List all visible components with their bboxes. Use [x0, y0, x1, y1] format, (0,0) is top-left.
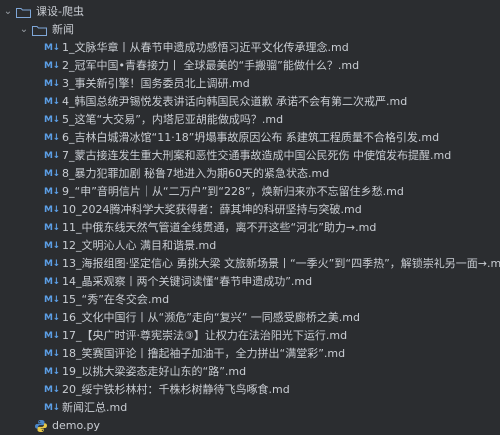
markdown-file-icon: M↓: [44, 151, 60, 161]
md-file-label: 17_【央广时评·尊宪崇法③】让权力在法治阳光下运行.md: [62, 329, 348, 342]
markdown-file-icon: M↓: [44, 169, 60, 179]
py-file-label: demo.py: [52, 419, 100, 432]
tree-row-md-file[interactable]: M↓ 16_文化中国行丨从“濒危”走向“复兴” 一同感受廊桥之美.md: [0, 309, 500, 327]
md-file-label: 14_晶采观察丨两个关键词读懂“春节申遗成功”.md: [62, 275, 313, 288]
tree-row-md-file[interactable]: M↓ 1_文脉华章丨从春节申遗成功感悟习近平文化传承理念.md: [0, 39, 500, 57]
md-file-label: 12_文明沁人心 满目和谐景.md: [62, 239, 217, 252]
md-file-label: 19_以挑大梁姿态走好山东的“路”.md: [62, 365, 247, 378]
md-file-label: 20_绥宁铁杉林村：千株杉树静待飞鸟啄食.md: [62, 383, 290, 396]
project-file-tree: ⌄ 课设-爬虫 ⌄ 新闻 M↓ 1_文脉华章丨从春节申遗成功感悟习近平文化传承理念…: [0, 0, 500, 432]
tree-row-md-file[interactable]: M↓ 17_【央广时评·尊宪崇法③】让权力在法治阳光下运行.md: [0, 327, 500, 345]
markdown-file-icon: M↓: [44, 43, 60, 53]
md-file-label: 18_笑赛国评论丨撸起袖子加油干，全力拼出“满堂彩”.md: [62, 347, 346, 360]
tree-row-root-folder[interactable]: ⌄ 课设-爬虫: [0, 3, 500, 21]
md-file-label: 16_文化中国行丨从“濒危”走向“复兴” 一同感受廊桥之美.md: [62, 311, 360, 324]
python-file-icon: [34, 419, 48, 433]
folder-icon: [32, 25, 47, 36]
markdown-file-icon: M↓: [44, 133, 60, 143]
markdown-file-icon: M↓: [44, 349, 60, 359]
markdown-file-icon: M↓: [44, 385, 60, 395]
folder-icon: [16, 7, 31, 18]
markdown-file-icon: M↓: [44, 187, 60, 197]
chevron-down-icon[interactable]: ⌄: [18, 21, 30, 39]
tree-row-md-file[interactable]: M↓ 10_2024腾冲科学大奖获得者：薛其坤的科研坚持与突破.md: [0, 201, 500, 219]
markdown-file-icon: M↓: [44, 295, 60, 305]
md-file-label: 6_吉林白城滑冰馆“11·18”坍塌事故原因公布 系建筑工程质量不合格引发.md: [62, 131, 440, 144]
md-file-label: 11_中俄东线天然气管道全线贯通，离不开这些“河北”助力→.md: [62, 221, 377, 234]
md-file-label: 1_文脉华章丨从春节申遗成功感悟习近平文化传承理念.md: [62, 41, 349, 54]
markdown-file-icon: M↓: [44, 241, 60, 251]
markdown-file-icon: M↓: [44, 79, 60, 89]
tree-row-md-file[interactable]: M↓ 新闻汇总.md: [0, 399, 500, 417]
chevron-down-icon[interactable]: ⌄: [2, 3, 14, 21]
root-folder-label: 课设-爬虫: [36, 5, 84, 18]
md-file-label: 8_暴力犯罪加剧 秘鲁7地进入为期60天的紧急状态.md: [62, 167, 330, 180]
markdown-file-icon: M↓: [44, 259, 60, 269]
markdown-file-icon: M↓: [44, 205, 60, 215]
tree-row-md-file[interactable]: M↓ 11_中俄东线天然气管道全线贯通，离不开这些“河北”助力→.md: [0, 219, 500, 237]
tree-row-md-file[interactable]: M↓ 18_笑赛国评论丨撸起袖子加油干，全力拼出“满堂彩”.md: [0, 345, 500, 363]
md-file-label: 10_2024腾冲科学大奖获得者：薛其坤的科研坚持与突破.md: [62, 203, 362, 216]
markdown-file-icon: M↓: [44, 97, 60, 107]
markdown-file-icon: M↓: [44, 61, 60, 71]
markdown-file-icon: M↓: [44, 403, 60, 413]
tree-row-md-file[interactable]: M↓ 8_暴力犯罪加剧 秘鲁7地进入为期60天的紧急状态.md: [0, 165, 500, 183]
md-file-label: 2_冠军中国•青春接力丨 全球最美的“手搬骝”能做什么？.md: [62, 59, 360, 72]
tree-row-py-file[interactable]: demo.py: [0, 417, 500, 435]
news-folder-label: 新闻: [52, 23, 74, 36]
tree-row-md-file[interactable]: M↓ 20_绥宁铁杉林村：千株杉树静待飞鸟啄食.md: [0, 381, 500, 399]
tree-row-news-folder[interactable]: ⌄ 新闻: [0, 21, 500, 39]
tree-row-md-file[interactable]: M↓ 13_海报组图·坚定信心 勇挑大梁 文旅新场景丨“一季火”到“四季热”，解锁…: [0, 255, 500, 273]
tree-row-md-file[interactable]: M↓ 7_蒙古接连发生重大刑案和恶性交通事故造成中国公民死伤 中使馆发布提醒.md: [0, 147, 500, 165]
markdown-file-list: M↓ 1_文脉华章丨从春节申遗成功感悟习近平文化传承理念.md M↓ 2_冠军中国•青…: [0, 39, 500, 417]
tree-row-md-file[interactable]: M↓ 2_冠军中国•青春接力丨 全球最美的“手搬骝”能做什么？.md: [0, 57, 500, 75]
markdown-file-icon: M↓: [44, 115, 60, 125]
md-file-label: 7_蒙古接连发生重大刑案和恶性交通事故造成中国公民死伤 中使馆发布提醒.md: [62, 149, 452, 162]
tree-row-md-file[interactable]: M↓ 3_事关新引擎！国务委员北上调研.md: [0, 75, 500, 93]
tree-row-md-file[interactable]: M↓ 4_韩国总统尹锡悦发表讲话向韩国民众道歉 承诺不会有第二次戒严.md: [0, 93, 500, 111]
markdown-file-icon: M↓: [44, 367, 60, 377]
md-file-label: 9_“申”音明信片｜从“二万户”到“228”，焕新归来亦不忘留住乡愁.md: [62, 185, 404, 198]
tree-row-md-file[interactable]: M↓ 15_“秀”在冬交会.md: [0, 291, 500, 309]
md-file-label: 4_韩国总统尹锡悦发表讲话向韩国民众道歉 承诺不会有第二次戒严.md: [62, 95, 408, 108]
tree-row-md-file[interactable]: M↓ 9_“申”音明信片｜从“二万户”到“228”，焕新归来亦不忘留住乡愁.md: [0, 183, 500, 201]
tree-row-md-file[interactable]: M↓ 19_以挑大梁姿态走好山东的“路”.md: [0, 363, 500, 381]
markdown-file-icon: M↓: [44, 313, 60, 323]
md-file-label: 新闻汇总.md: [62, 401, 128, 414]
markdown-file-icon: M↓: [44, 331, 60, 341]
tree-row-md-file[interactable]: M↓ 12_文明沁人心 满目和谐景.md: [0, 237, 500, 255]
tree-row-md-file[interactable]: M↓ 14_晶采观察丨两个关键词读懂“春节申遗成功”.md: [0, 273, 500, 291]
markdown-file-icon: M↓: [44, 277, 60, 287]
md-file-label: 15_“秀”在冬交会.md: [62, 293, 170, 306]
tree-row-md-file[interactable]: M↓ 6_吉林白城滑冰馆“11·18”坍塌事故原因公布 系建筑工程质量不合格引发.…: [0, 129, 500, 147]
md-file-label: 5_这笔“大交易”，内塔尼亚胡能做成吗？.md: [62, 113, 284, 126]
markdown-file-icon: M↓: [44, 223, 60, 233]
md-file-label: 13_海报组图·坚定信心 勇挑大梁 文旅新场景丨“一季火”到“四季热”，解锁崇礼…: [62, 257, 500, 270]
md-file-label: 3_事关新引擎！国务委员北上调研.md: [62, 77, 250, 90]
tree-row-md-file[interactable]: M↓ 5_这笔“大交易”，内塔尼亚胡能做成吗？.md: [0, 111, 500, 129]
